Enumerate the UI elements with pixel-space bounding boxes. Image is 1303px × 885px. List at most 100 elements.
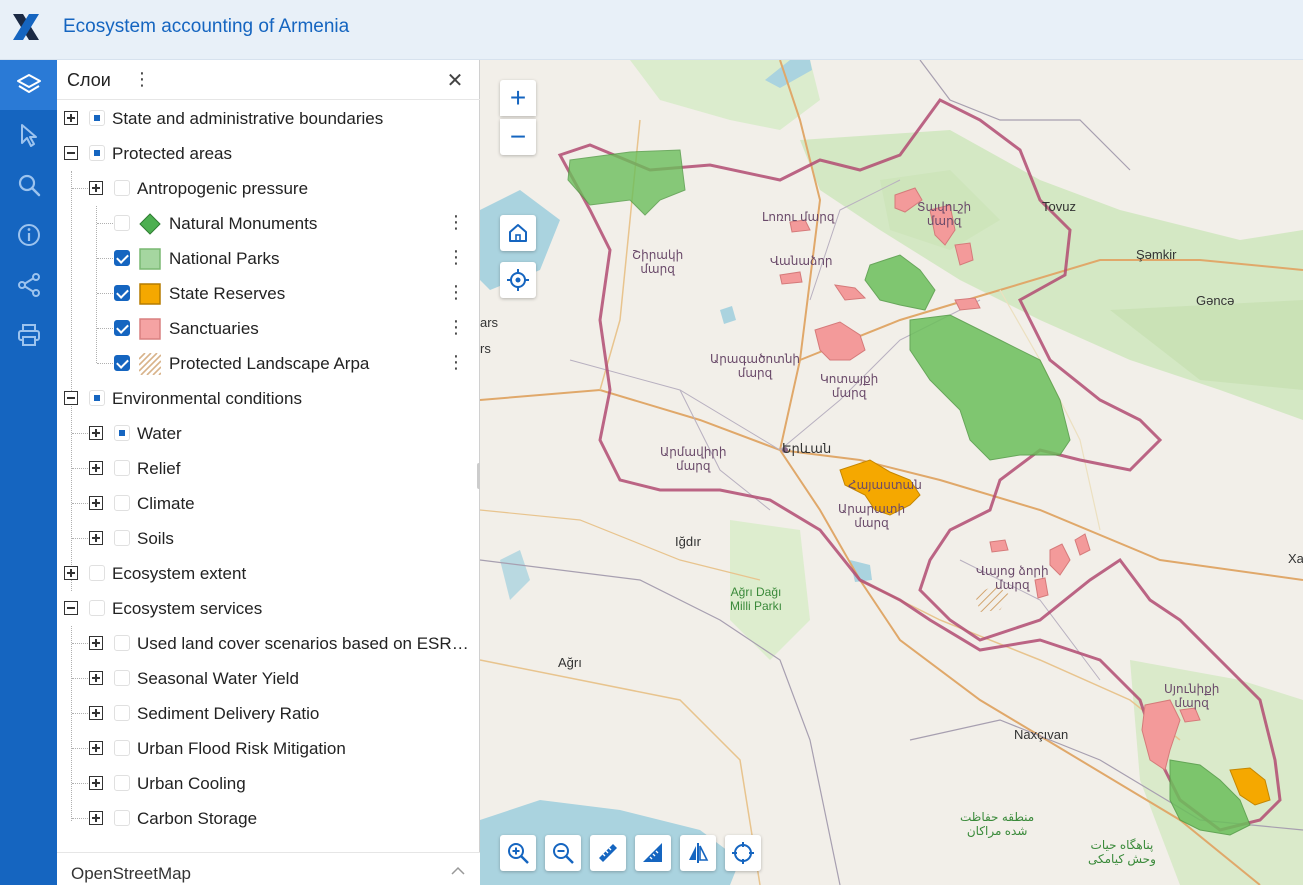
expand-icon[interactable] xyxy=(89,776,103,790)
layer-row[interactable]: State Reserves ⋮ xyxy=(57,276,480,311)
info-button[interactable] xyxy=(0,210,57,260)
layer-checkbox[interactable] xyxy=(114,460,130,476)
layer-row[interactable]: State and administrative boundaries xyxy=(57,101,480,136)
layer-row[interactable]: Urban Flood Risk Mitigation xyxy=(57,731,480,766)
layer-row[interactable]: Soils xyxy=(57,521,480,556)
zoom-out-button[interactable]: − xyxy=(500,119,536,155)
layer-checkbox[interactable] xyxy=(114,635,130,651)
close-icon[interactable]: ✕ xyxy=(445,68,465,93)
measure-area-button[interactable] xyxy=(635,835,671,871)
layer-row[interactable]: Sanctuaries ⋮ xyxy=(57,311,480,346)
zoom-in-button[interactable]: + xyxy=(500,80,536,116)
layer-label: Soils xyxy=(137,529,174,548)
layer-row[interactable]: Environmental conditions xyxy=(57,381,480,416)
natural-monument-diamond-icon xyxy=(139,213,161,235)
expand-icon[interactable] xyxy=(89,181,103,195)
expand-icon[interactable] xyxy=(89,811,103,825)
expand-icon[interactable] xyxy=(89,706,103,720)
home-button[interactable] xyxy=(500,215,536,251)
compare-button[interactable] xyxy=(680,835,716,871)
layer-row[interactable]: Protected Landscape Arpa ⋮ xyxy=(57,346,480,381)
layer-row[interactable]: Relief xyxy=(57,451,480,486)
expand-icon[interactable] xyxy=(89,671,103,685)
layer-checkbox[interactable] xyxy=(89,145,105,161)
expand-icon[interactable] xyxy=(89,496,103,510)
select-button[interactable] xyxy=(0,110,57,160)
layer-row[interactable]: Urban Cooling xyxy=(57,766,480,801)
layer-row[interactable]: Sediment Delivery Ratio xyxy=(57,696,480,731)
layer-checkbox[interactable] xyxy=(114,705,130,721)
share-button[interactable] xyxy=(0,260,57,310)
layer-row[interactable]: National Parks ⋮ xyxy=(57,241,480,276)
locate-button[interactable] xyxy=(725,835,761,871)
search-button[interactable] xyxy=(0,160,57,210)
layer-label: Natural Monuments xyxy=(169,214,318,233)
chevron-up-icon[interactable] xyxy=(450,863,466,879)
layer-checkbox[interactable] xyxy=(89,110,105,126)
expand-icon[interactable] xyxy=(64,111,78,125)
expand-icon[interactable] xyxy=(89,531,103,545)
layer-options-icon[interactable]: ⋮ xyxy=(447,352,465,372)
app-logo-icon xyxy=(13,14,39,40)
layer-checkbox[interactable] xyxy=(114,285,130,301)
layer-label: Water xyxy=(137,424,182,443)
layer-row[interactable]: Used land cover scenarios based on ESRI.… xyxy=(57,626,480,661)
panel-menu-icon[interactable]: ⋮ xyxy=(133,69,151,89)
layer-row[interactable]: Water xyxy=(57,416,480,451)
layer-checkbox[interactable] xyxy=(114,530,130,546)
layer-checkbox[interactable] xyxy=(114,320,130,336)
collapse-icon[interactable] xyxy=(64,146,78,160)
left-toolbar xyxy=(0,60,57,885)
layer-label: Environmental conditions xyxy=(112,389,302,408)
layer-checkbox[interactable] xyxy=(114,810,130,826)
zoom-in-tool-button[interactable] xyxy=(500,835,536,871)
basemap-selector[interactable]: OpenStreetMap xyxy=(57,852,480,885)
layer-row[interactable]: Protected areas xyxy=(57,136,480,171)
layer-checkbox[interactable] xyxy=(89,390,105,406)
layer-checkbox[interactable] xyxy=(114,215,130,231)
collapse-icon[interactable] xyxy=(64,391,78,405)
map-label: Şəmkir xyxy=(1136,247,1177,262)
expand-icon[interactable] xyxy=(89,426,103,440)
tree-connector xyxy=(97,293,113,294)
layer-checkbox[interactable] xyxy=(114,495,130,511)
layer-checkbox[interactable] xyxy=(114,740,130,756)
layer-options-icon[interactable]: ⋮ xyxy=(447,317,465,337)
layer-row[interactable]: Antropogenic pressure xyxy=(57,171,480,206)
layer-row[interactable]: Seasonal Water Yield xyxy=(57,661,480,696)
layer-row[interactable]: Climate xyxy=(57,486,480,521)
layer-checkbox[interactable] xyxy=(114,180,130,196)
expand-icon[interactable] xyxy=(64,566,78,580)
map-label: Արարատի մարզ xyxy=(838,502,906,530)
map-label: Հայաստան xyxy=(848,478,922,492)
layer-checkbox[interactable] xyxy=(89,565,105,581)
layer-options-icon[interactable]: ⋮ xyxy=(447,212,465,232)
layer-row[interactable]: Ecosystem services xyxy=(57,591,480,626)
layer-checkbox[interactable] xyxy=(114,670,130,686)
geolocate-button[interactable] xyxy=(500,262,536,298)
layer-options-icon[interactable]: ⋮ xyxy=(447,282,465,302)
layer-checkbox[interactable] xyxy=(89,600,105,616)
layers-panel: Слои ⋮ ✕ State and administrative bounda… xyxy=(57,60,480,885)
print-button[interactable] xyxy=(0,310,57,360)
layer-label: Urban Cooling xyxy=(137,774,246,793)
layer-checkbox[interactable] xyxy=(114,355,130,371)
expand-icon[interactable] xyxy=(89,636,103,650)
tree-connector xyxy=(72,188,88,189)
expand-icon[interactable] xyxy=(89,741,103,755)
layer-row[interactable]: Carbon Storage xyxy=(57,801,480,836)
layer-row[interactable]: Natural Monuments ⋮ xyxy=(57,206,480,241)
measure-distance-button[interactable] xyxy=(590,835,626,871)
expand-icon[interactable] xyxy=(89,461,103,475)
layer-checkbox[interactable] xyxy=(114,775,130,791)
tree-connector xyxy=(72,643,88,644)
layer-label: Protected areas xyxy=(112,144,233,163)
layer-checkbox[interactable] xyxy=(114,425,130,441)
layer-checkbox[interactable] xyxy=(114,250,130,266)
zoom-out-tool-button[interactable] xyxy=(545,835,581,871)
map-view[interactable]: Tovuz Şəmkir Gəncə Տավուշի մարզ Լոռու մա… xyxy=(480,60,1303,885)
layer-row[interactable]: Ecosystem extent xyxy=(57,556,480,591)
layers-button[interactable] xyxy=(0,60,57,110)
collapse-icon[interactable] xyxy=(64,601,78,615)
layer-options-icon[interactable]: ⋮ xyxy=(447,247,465,267)
